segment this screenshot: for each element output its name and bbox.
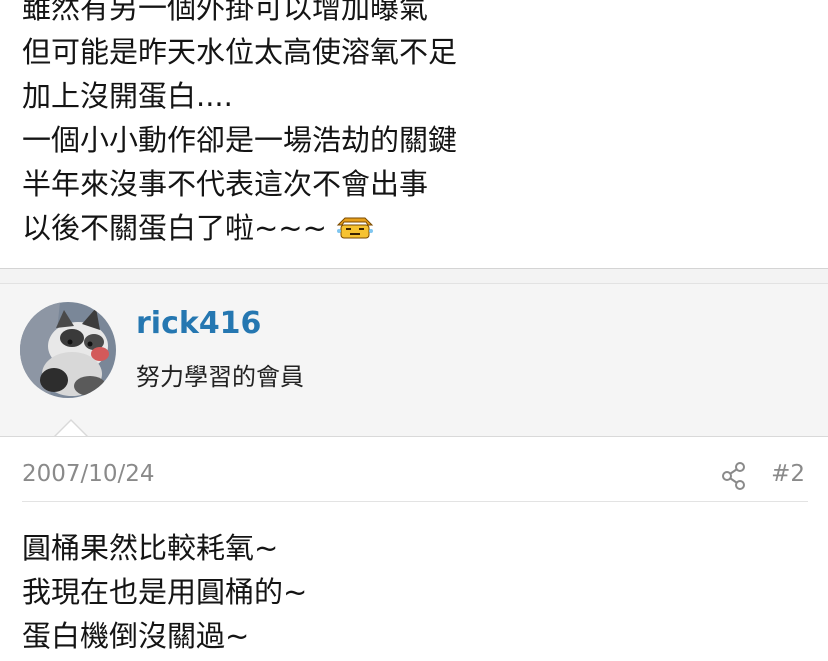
- previous-post-text: 雖然有另一個外掛可以增加曝氣 但可能是昨天水位太高使溶氧不足 加上沒開蛋白...…: [22, 0, 457, 250]
- share-icon[interactable]: [720, 461, 748, 491]
- post-text-line: 以後不關蛋白了啦~~~: [22, 211, 327, 245]
- post-text-line: 圓桶果然比較耗氧~: [22, 531, 279, 565]
- avatar[interactable]: [20, 302, 116, 398]
- post-body: 圓桶果然比較耗氧~ 我現在也是用圓桶的~ 蛋白機倒沒關過~: [22, 526, 307, 658]
- post-text-line-last: 以後不關蛋白了啦~~~: [22, 206, 457, 250]
- post-text-line: 我現在也是用圓桶的~: [22, 575, 308, 609]
- post-number-link[interactable]: #2: [771, 461, 805, 487]
- user-title: 努力學習的會員: [136, 363, 304, 391]
- post-text-line: 蛋白機倒沒關過~: [22, 619, 250, 653]
- post-date: 2007/10/24: [22, 461, 155, 487]
- post-text-line: 半年來沒事不代表這次不會出事: [22, 167, 429, 201]
- post-text-line: 雖然有另一個外掛可以增加曝氣: [22, 0, 429, 25]
- user-info-bar: rick416 努力學習的會員: [0, 284, 828, 437]
- post-text-line: 一個小小動作卻是一場浩劫的關鍵: [22, 123, 458, 157]
- kitten-avatar-icon: [20, 302, 116, 398]
- userbar-pointer-fill: [56, 421, 86, 436]
- post-meta: 2007/10/24 #2: [22, 461, 808, 502]
- sweat-smiley-icon: [336, 217, 374, 239]
- post-text-line: 加上沒開蛋白....: [22, 79, 233, 113]
- post-text-line: 但可能是昨天水位太高使溶氧不足: [22, 35, 458, 69]
- username-link[interactable]: rick416: [136, 306, 261, 341]
- post-gap: [0, 269, 828, 284]
- previous-post-body: 雖然有另一個外掛可以增加曝氣 但可能是昨天水位太高使溶氧不足 加上沒開蛋白...…: [0, 0, 828, 268]
